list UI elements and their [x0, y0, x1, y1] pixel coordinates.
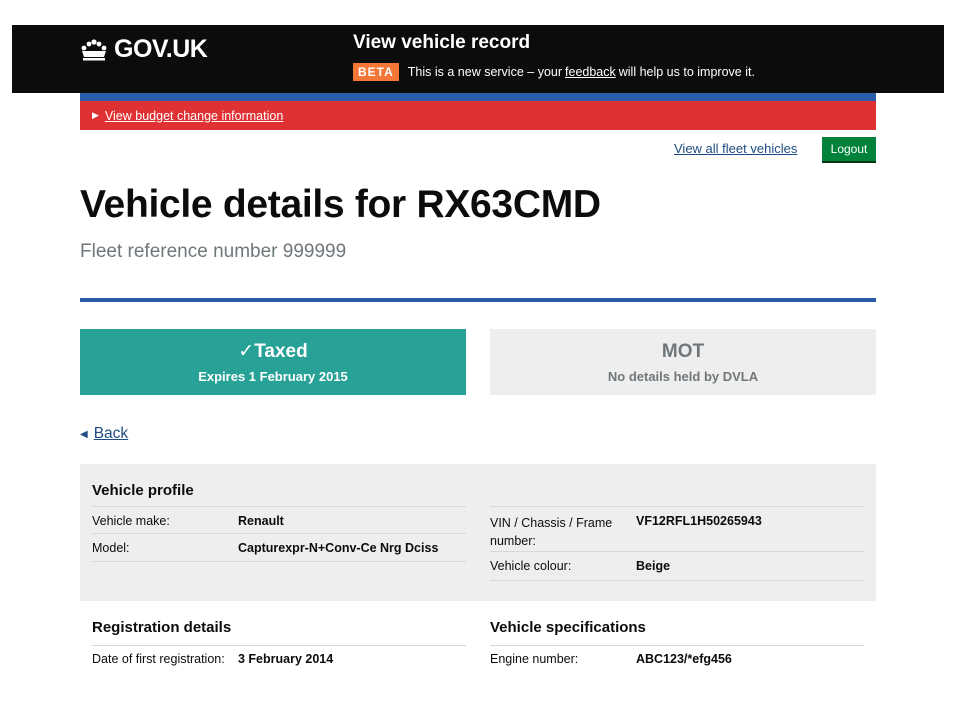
mot-status-title: MOT: [661, 340, 705, 362]
logout-button[interactable]: Logout: [822, 137, 876, 161]
tax-status-title: ✓Taxed: [238, 341, 308, 362]
registration-row: Date of first registration: 3 February 2…: [92, 645, 466, 673]
back-label: Back: [93, 425, 129, 442]
phase-banner: BETA This is a new service – your feedba…: [353, 63, 755, 81]
row-value: Beige: [636, 559, 671, 573]
global-header: GOV.UK View vehicle record BETA This is …: [12, 25, 944, 93]
specifications-row: Engine number: ABC123/*efg456: [490, 645, 864, 673]
details-panel: Registration details Date of first regis…: [80, 601, 876, 720]
budget-banner: ▶ View budget change information: [80, 101, 876, 130]
row-label: Vehicle make:: [92, 514, 170, 528]
fleet-reference: Fleet reference number 999999: [80, 241, 347, 262]
triangle-right-icon: ▶: [92, 110, 99, 120]
service-name[interactable]: View vehicle record: [353, 32, 530, 54]
row-label: Date of first registration:: [92, 652, 225, 666]
vehicle-profile-panel: Vehicle profile Vehicle make: Renault Mo…: [80, 464, 876, 601]
feedback-link[interactable]: feedback: [565, 65, 616, 79]
phase-text-after: will help us to improve it.: [618, 65, 755, 79]
header-blue-strip: [80, 93, 876, 101]
row-label: Vehicle colour:: [490, 559, 572, 573]
row-value: ABC123/*efg456: [636, 652, 732, 666]
row-value: VF12RFL1H50265943: [636, 514, 762, 528]
govuk-logo[interactable]: GOV.UK: [80, 35, 208, 64]
back-link[interactable]: ◀ Back: [80, 425, 128, 443]
phase-text-before: This is a new service – your: [407, 65, 563, 79]
divider-rule: [80, 298, 876, 302]
triangle-left-icon: ◀: [80, 428, 88, 440]
mot-details: No details held by DVLA: [607, 368, 759, 384]
row-value: Capturexpr-N+Conv-Ce Nrg Dciss: [238, 541, 439, 555]
profile-row-make: Vehicle make: Renault: [92, 506, 466, 534]
beta-tag: BETA: [353, 63, 399, 81]
crown-icon: [81, 38, 107, 60]
page-title: Vehicle details for RX63CMD: [80, 183, 601, 226]
row-label: Model:: [92, 541, 130, 555]
logo-text: GOV.UK: [114, 35, 208, 63]
row-value: Renault: [238, 514, 284, 528]
row-label: Engine number:: [490, 652, 579, 666]
vehicle-profile-heading: Vehicle profile: [92, 482, 194, 499]
mot-status-box: MOT No details held by DVLA: [490, 329, 876, 395]
tax-status-box: ✓Taxed Expires 1 February 2015: [80, 329, 466, 395]
profile-row-vin: VIN / Chassis / Frame number: VF12RFL1H5…: [490, 506, 864, 552]
specifications-heading: Vehicle specifications: [490, 619, 646, 636]
registration-heading: Registration details: [92, 619, 232, 636]
profile-row-colour: Vehicle colour: Beige: [490, 552, 864, 581]
row-value: 3 February 2014: [238, 652, 334, 666]
tax-expiry: Expires 1 February 2015: [198, 369, 348, 384]
profile-row-model: Model: Capturexpr-N+Conv-Ce Nrg Dciss: [92, 534, 466, 562]
budget-change-link[interactable]: View budget change information: [105, 109, 283, 123]
view-all-fleet-link[interactable]: View all fleet vehicles: [674, 141, 797, 156]
row-label: VIN / Chassis / Frame number:: [490, 516, 613, 548]
